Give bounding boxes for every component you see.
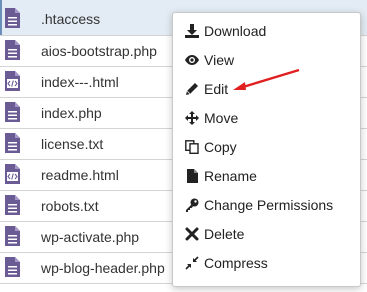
file-doc-icon — [5, 195, 20, 215]
file-doc-icon — [5, 133, 20, 153]
menu-item-rename[interactable]: Rename — [173, 163, 360, 191]
menu-label: Download — [204, 23, 267, 39]
menu-label: Change Permissions — [204, 197, 334, 213]
file-icon — [185, 169, 199, 183]
file-name: index---.html — [41, 74, 119, 90]
menu-label: View — [204, 52, 235, 68]
file-name: wp-activate.php — [41, 229, 140, 245]
compress-icon — [185, 256, 199, 270]
file-name: index.php — [41, 105, 102, 121]
menu-item-view[interactable]: View — [173, 47, 360, 75]
file-doc-icon — [5, 40, 20, 60]
menu-item-change-permissions[interactable]: Change Permissions — [173, 192, 360, 220]
file-doc-icon — [5, 226, 20, 246]
menu-item-edit[interactable]: Edit — [173, 76, 360, 104]
file-name: aios-bootstrap.php — [41, 43, 157, 59]
file-code-icon — [5, 71, 20, 91]
file-name: license.txt — [41, 136, 104, 152]
file-doc-icon — [5, 102, 20, 122]
x-icon — [185, 227, 199, 241]
move-arrows-icon — [185, 111, 199, 125]
menu-item-download[interactable]: Download — [173, 18, 360, 46]
download-icon — [185, 24, 199, 38]
file-code-icon — [5, 164, 20, 184]
menu-label: Rename — [204, 168, 257, 184]
file-name: readme.html — [41, 167, 119, 183]
menu-label: Compress — [204, 255, 268, 271]
eye-icon — [185, 53, 199, 67]
copy-icon — [185, 140, 199, 154]
menu-label: Move — [204, 110, 239, 126]
key-icon — [185, 198, 199, 212]
menu-item-copy[interactable]: Copy — [173, 134, 360, 162]
pencil-icon — [185, 82, 199, 96]
file-name: wp-blog-header.php — [41, 260, 165, 276]
file-doc-icon — [5, 257, 20, 277]
menu-label: Edit — [204, 81, 229, 97]
menu-item-move[interactable]: Move — [173, 105, 360, 133]
file-name: robots.txt — [41, 198, 99, 214]
file-doc-icon — [5, 8, 20, 28]
menu-label: Copy — [204, 139, 237, 155]
menu-item-delete[interactable]: Delete — [173, 221, 360, 249]
menu-label: Delete — [204, 226, 245, 242]
file-name: .htaccess — [41, 11, 101, 27]
context-menu: Download View Edit Move Copy Rename Chan… — [172, 12, 361, 287]
menu-item-compress[interactable]: Compress — [173, 250, 360, 278]
